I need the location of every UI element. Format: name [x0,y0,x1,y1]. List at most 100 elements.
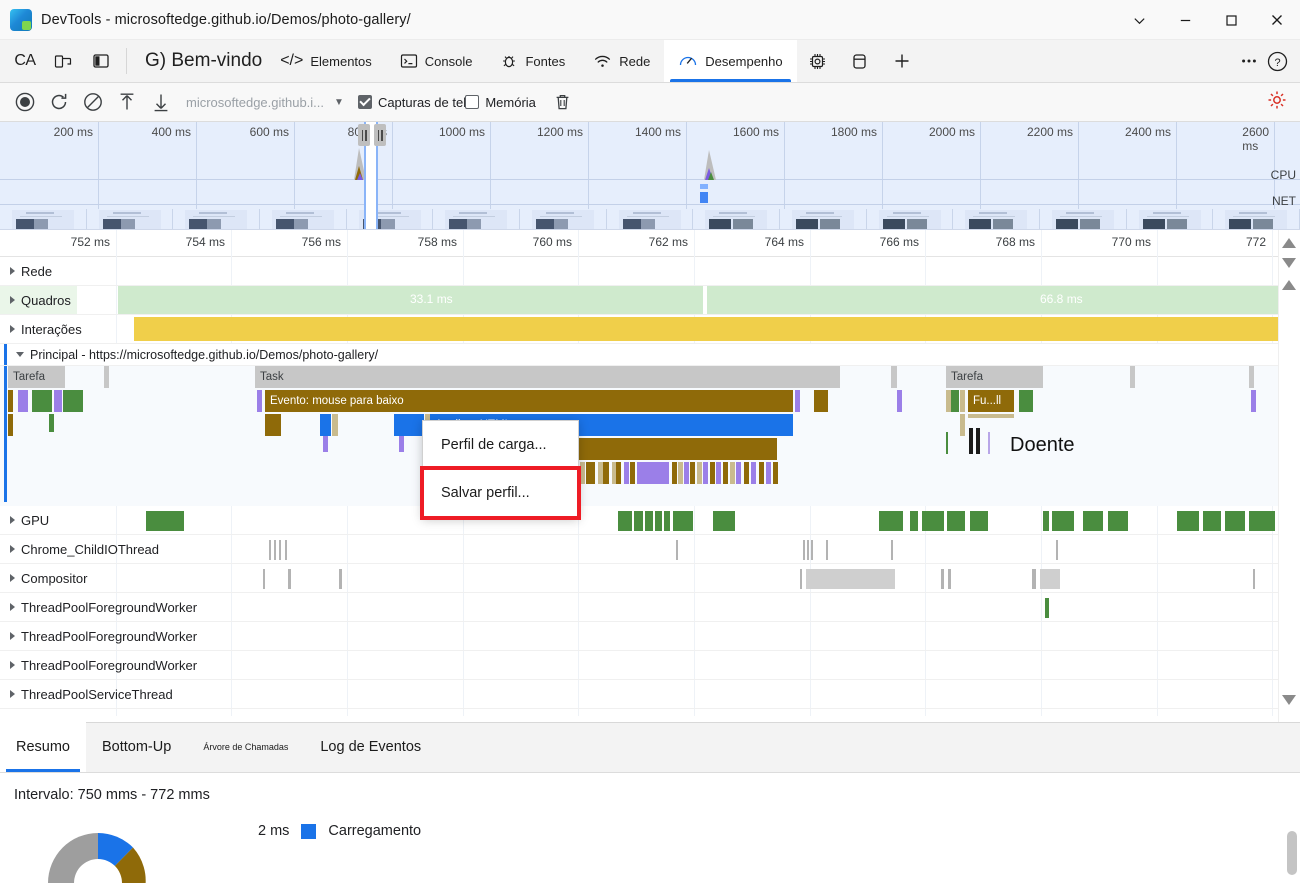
track-event[interactable] [645,511,653,531]
flame-evt[interactable] [8,414,13,436]
track-interacoes[interactable]: Interações [0,315,1300,344]
track-rede[interactable]: Rede [0,257,1300,286]
track-event[interactable] [263,569,265,589]
track-event[interactable] [269,540,271,560]
chevron-right-icon[interactable] [10,267,15,275]
track-threadpool-service[interactable]: ThreadPoolServiceThread [0,680,1300,709]
track-event[interactable] [279,540,281,560]
track-event[interactable] [1253,569,1255,589]
flame-evt[interactable] [399,436,404,452]
track-event[interactable] [1032,569,1036,589]
flame-evt[interactable] [897,390,902,412]
track-event[interactable] [288,569,291,589]
chevron-right-icon[interactable] [10,632,15,640]
track-event[interactable] [947,511,965,531]
gear-icon[interactable] [1266,89,1288,116]
chevron-right-icon[interactable] [10,545,15,553]
filmstrip-thumbnail[interactable] [347,209,434,230]
flame-tick-3[interactable] [1130,366,1135,388]
flame-evt[interactable] [54,390,62,412]
track-event[interactable] [634,511,643,531]
flame-evt[interactable] [320,414,331,436]
track-event[interactable] [618,511,632,531]
flame-evt[interactable] [946,432,948,454]
flame-evt[interactable] [678,462,683,484]
flame-evt[interactable] [8,390,13,412]
flame-evt[interactable] [32,390,52,412]
tab-arvore-de-chamadas[interactable]: Árvore de Chamadas [187,722,304,772]
more-options-icon[interactable] [1236,48,1262,74]
flame-tick-2[interactable] [891,366,897,388]
filmstrip-thumbnail[interactable] [0,209,87,230]
filmstrip-thumbnail[interactable] [867,209,954,230]
flame-evt[interactable] [672,462,677,484]
track-event[interactable] [274,540,276,560]
tab-elementos[interactable]: </> Elementos [266,40,386,82]
track-event[interactable] [1040,569,1060,589]
track-event[interactable] [1043,511,1049,531]
chevron-right-icon[interactable] [10,296,15,304]
context-menu-item-load-profile[interactable]: Perfil de carga... [423,421,578,469]
track-event[interactable] [146,511,184,531]
trash-icon[interactable] [546,87,580,117]
filmstrip-thumbnail[interactable] [693,209,780,230]
context-menu[interactable]: Perfil de carga... Salvar perfil... [422,420,579,518]
chevron-right-icon[interactable] [10,516,15,524]
scroll-up-arrow[interactable] [1282,238,1296,250]
track-principal-header[interactable]: Principal - https://microsoftedge.github… [0,344,1300,366]
flame-evt[interactable] [586,462,595,484]
track-event[interactable] [1108,511,1128,531]
flame-evt[interactable] [690,462,695,484]
track-event[interactable] [800,569,802,589]
track-event[interactable] [811,540,813,560]
flame-evt[interactable] [710,462,715,484]
overview-selection-handle-right[interactable] [374,124,386,146]
flame-evt[interactable] [951,390,959,412]
timeline-tracks[interactable]: 752 ms754 ms756 ms758 ms760 ms762 ms764 … [0,230,1300,722]
memory-checkbox[interactable]: Memória [465,95,536,110]
tab-resumo[interactable]: Resumo [0,722,86,772]
track-event[interactable] [1083,511,1103,531]
track-event[interactable] [676,540,678,560]
track-event[interactable] [1052,511,1074,531]
minimize-icon[interactable] [1162,0,1208,40]
track-event[interactable] [1045,598,1049,618]
track-event[interactable] [1225,511,1245,531]
gpu-events[interactable] [0,511,1300,531]
flame-bar-tarefa-2[interactable]: Tarefa [946,366,1043,388]
flame-tick-4[interactable] [1249,366,1254,388]
flame-evt[interactable] [960,414,965,436]
tab-bottom-up[interactable]: Bottom-Up [86,722,187,772]
flame-evt[interactable] [603,462,609,484]
filmstrip-thumbnail[interactable] [1040,209,1127,230]
flame-evt[interactable] [723,462,728,484]
flame-evt[interactable] [716,462,721,484]
track-quadros[interactable]: 33.1 ms 66.8 ms Quadros [0,286,1300,315]
collapse-arrow[interactable] [1282,280,1296,292]
tab-console[interactable]: Console [386,40,487,82]
timeline-scrollbar[interactable] [1278,230,1300,722]
track-event[interactable] [713,511,735,531]
filmstrip-thumbnail[interactable] [780,209,867,230]
track-event[interactable] [806,569,895,589]
track-threadpool-fg-2[interactable]: ThreadPoolForegroundWorker [0,622,1300,651]
track-event[interactable] [941,569,944,589]
tab-log-de-eventos[interactable]: Log de Eventos [304,722,437,772]
track-event[interactable] [970,511,988,531]
track-event[interactable] [910,511,918,531]
flame-evt[interactable] [976,428,980,454]
track-event[interactable] [655,511,662,531]
childio-events[interactable] [0,540,1300,560]
chevron-right-icon[interactable] [10,325,15,333]
tab-bem-vindo[interactable]: G) Bem-vindo [131,40,266,82]
filmstrip-thumbnail[interactable] [173,209,260,230]
track-event[interactable] [879,511,903,531]
flame-evt[interactable] [1251,390,1256,412]
overview-selection-handle-left[interactable] [358,124,370,146]
maximize-icon[interactable] [1208,0,1254,40]
memory-chip-icon[interactable] [797,40,839,82]
flame-evt[interactable] [988,432,990,454]
dock-side-icon[interactable] [88,48,114,74]
track-event[interactable] [673,511,693,531]
reload-record-button[interactable] [42,87,76,117]
